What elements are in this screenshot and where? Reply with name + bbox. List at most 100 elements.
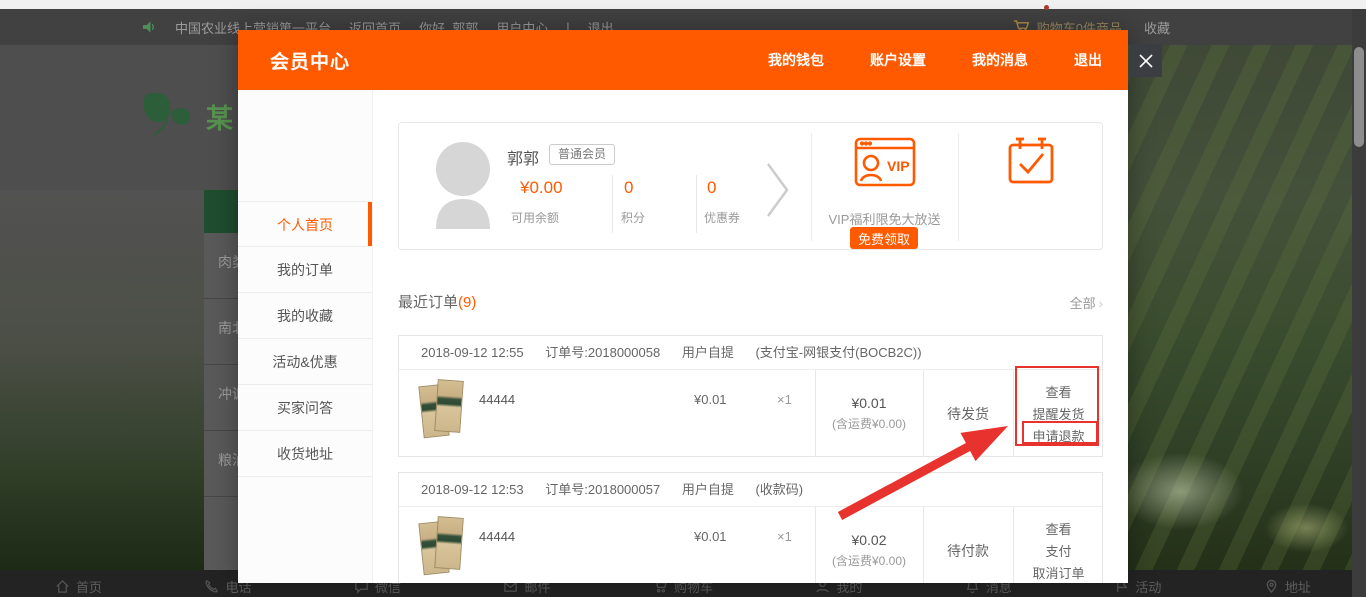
modal-close-button[interactable] (1129, 44, 1162, 77)
modal-header: 会员中心 我的钱包 账户设置 我的消息 退出 (238, 30, 1128, 90)
product-name[interactable]: 44444 (479, 529, 515, 544)
order-delivery-method: 用户自提 (682, 345, 734, 360)
announcement-speaker-icon (142, 20, 157, 34)
category-item[interactable]: 粮油 (204, 431, 238, 497)
sidebar-item-my-orders[interactable]: 我的订单 (238, 247, 372, 293)
recent-orders-heading: 最近订单(9) 全部› (398, 291, 1103, 313)
order-total: ¥0.01 (851, 395, 886, 411)
vip-benefit-icon: VIP (854, 137, 916, 192)
favorite-link[interactable]: 收藏 (1144, 18, 1170, 37)
coupons-value: 0 (707, 178, 716, 198)
product-quantity: ×1 (777, 529, 792, 544)
product-name[interactable]: 44444 (479, 392, 515, 407)
recent-orders-title: 最近订单 (398, 294, 458, 311)
category-item[interactable]: 冲调 (204, 365, 238, 431)
shipping-note: (含运费¥0.00) (832, 552, 906, 569)
modal-title: 会员中心 (270, 47, 350, 74)
sidebar-item-activities-offers[interactable]: 活动&优惠 (238, 339, 372, 385)
order-payment-method: (收款码) (755, 482, 803, 497)
view-all-link[interactable]: 全部› (1070, 293, 1103, 312)
order-delivery-method: 用户自提 (682, 482, 734, 497)
order-actions: 查看 支付 取消订单 (1013, 507, 1104, 583)
order-status: 待发货 (923, 370, 1013, 457)
package-image (434, 516, 464, 570)
product-price: ¥0.01 (694, 529, 727, 544)
coupons-label: 优惠券 (704, 209, 740, 226)
category-item[interactable]: 肉类 (204, 233, 238, 299)
remind-shipment-link[interactable]: 提醒发货 (1032, 404, 1084, 423)
view-order-link[interactable]: 查看 (1045, 519, 1071, 538)
checkin-calendar-icon[interactable] (1007, 137, 1055, 190)
order-time: 2018-09-12 12:55 (421, 345, 524, 360)
sidebar-item-my-favorites[interactable]: 我的收藏 (238, 293, 372, 339)
recent-orders-count: (9) (458, 294, 476, 311)
cart-badge-dot (1044, 5, 1049, 10)
phone-icon (204, 579, 219, 594)
pay-order-link[interactable]: 支付 (1045, 541, 1071, 560)
divider (696, 175, 697, 233)
bottomnav-label: 地址 (1285, 577, 1311, 596)
sidebar-item-shipping-address[interactable]: 收货地址 (238, 431, 372, 477)
order-status: 待付款 (923, 507, 1013, 583)
nav-my-wallet[interactable]: 我的钱包 (768, 50, 824, 70)
order-body: 44444 ¥0.01 ×1 ¥0.01 (含运费¥0.00) 待发货 查看 提… (399, 370, 1102, 457)
order-total-cell: ¥0.01 (含运费¥0.00) (815, 370, 923, 457)
modal-nav: 我的钱包 账户设置 我的消息 退出 (768, 30, 1102, 90)
vip-promo-text: VIP福利限免大放送 (811, 209, 958, 228)
divider (958, 133, 959, 241)
member-center-modal: 会员中心 我的钱包 账户设置 我的消息 退出 个人首页 我的订单 我的收藏 活动… (238, 30, 1128, 583)
product-price: ¥0.01 (694, 392, 727, 407)
divider (612, 175, 613, 233)
bottomnav-label: 首页 (76, 577, 102, 596)
shipping-note: (含运费¥0.00) (832, 415, 906, 432)
points-value: 0 (624, 178, 633, 198)
page-background-photo-right (1128, 45, 1366, 570)
close-icon (1138, 53, 1154, 69)
product-thumbnail[interactable] (421, 380, 467, 440)
bottomnav-label: 活动 (1135, 577, 1161, 596)
user-name: 郭郭 (507, 145, 539, 169)
screen: 中国农业线上营销第一平台 返回首页 你好, 郭郭 用户中心 | 退出 购物车0件… (0, 0, 1366, 597)
scrollbar-thumb[interactable] (1354, 47, 1364, 147)
order-payment-method: (支付宝-网银支付(BOCB2C)) (755, 345, 921, 360)
page-background-photo-left (0, 190, 204, 570)
browser-top-strip (0, 0, 1366, 9)
page-scrollbar[interactable] (1352, 9, 1366, 597)
balance-label: 可用余额 (511, 209, 559, 226)
request-refund-link[interactable]: 申请退款 (1032, 426, 1084, 445)
sidebar-item-personal-home[interactable]: 个人首页 (238, 201, 372, 247)
product-thumbnail[interactable] (421, 517, 467, 577)
cancel-order-link[interactable]: 取消订单 (1032, 563, 1084, 582)
order-header: 2018-09-12 12:53 订单号:2018000057 用户自提 (收款… (399, 473, 1102, 507)
category-menu: 肉类 南北 冲调 粮油 (204, 233, 238, 570)
order-total-cell: ¥0.02 (含运费¥0.00) (815, 507, 923, 583)
bottomnav-address[interactable]: 地址 (1264, 575, 1311, 597)
order-body: 44444 ¥0.01 ×1 ¥0.02 (含运费¥0.00) 待付款 查看 支… (399, 507, 1102, 583)
location-pin-icon (1264, 579, 1279, 594)
sidebar-menu: 个人首页 我的订单 我的收藏 活动&优惠 买家问答 收货地址 (238, 201, 372, 477)
profile-card: 郭郭 普通会员 ¥0.00 可用余额 0 积分 0 优惠券 VIP VIP福利限… (398, 122, 1103, 250)
avatar (432, 139, 494, 234)
view-all-label: 全部 (1070, 296, 1096, 311)
sidebar-item-buyer-qa[interactable]: 买家问答 (238, 385, 372, 431)
site-logo-text: 某 (206, 97, 233, 136)
free-claim-button[interactable]: 免费领取 (850, 227, 918, 249)
view-order-link[interactable]: 查看 (1045, 382, 1071, 401)
member-level-badge: 普通会员 (549, 144, 615, 165)
product-quantity: ×1 (777, 392, 792, 407)
nav-logout[interactable]: 退出 (1074, 50, 1102, 70)
category-item[interactable]: 南北 (204, 299, 238, 365)
nav-my-messages[interactable]: 我的消息 (972, 50, 1028, 70)
order-number: 订单号:2018000057 (545, 482, 660, 497)
nav-account-settings[interactable]: 账户设置 (870, 50, 926, 70)
leaf-logo-icon (138, 89, 196, 144)
order-total: ¥0.02 (851, 532, 886, 548)
order-time: 2018-09-12 12:53 (421, 482, 524, 497)
order-card: 2018-09-12 12:55 订单号:2018000058 用户自提 (支付… (398, 335, 1103, 457)
svg-text:VIP: VIP (887, 158, 910, 174)
order-actions: 查看 提醒发货 申请退款 (1013, 370, 1104, 457)
profile-detail-chevron-icon[interactable] (765, 161, 791, 224)
bottomnav-home[interactable]: 首页 (55, 575, 102, 597)
balance-value: ¥0.00 (520, 178, 563, 198)
package-image (434, 379, 464, 433)
